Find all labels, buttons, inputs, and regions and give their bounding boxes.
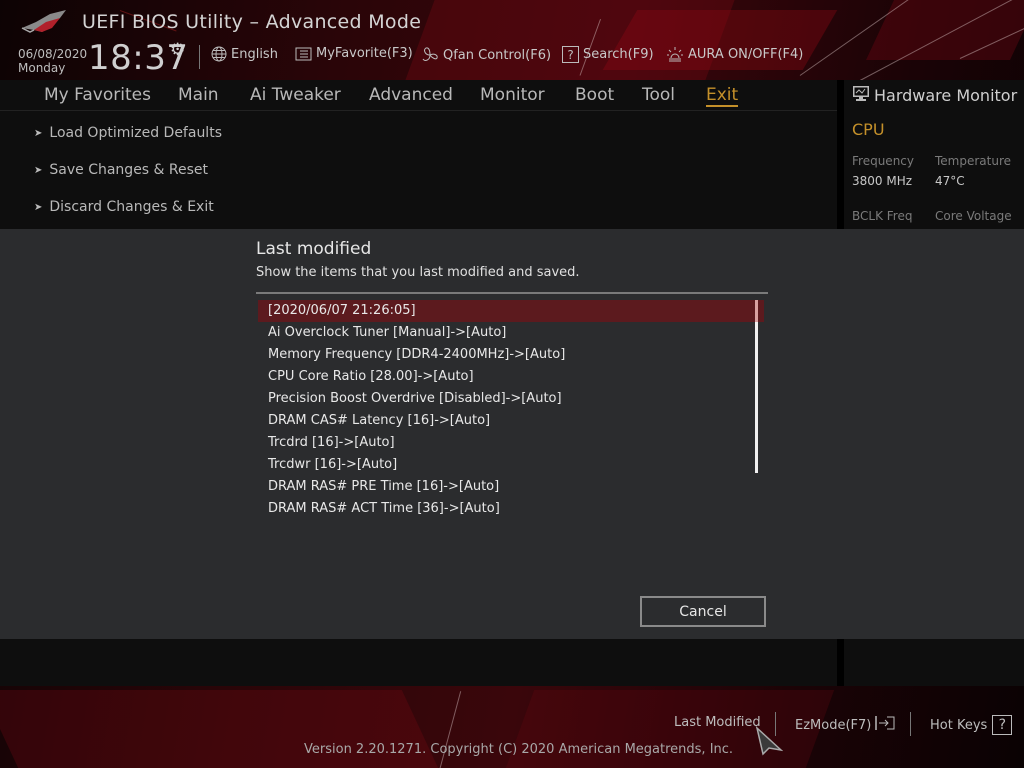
temperature-label: Temperature [935, 154, 1012, 168]
hardware-monitor-label: Hardware Monitor [874, 86, 1018, 105]
menu-item-label: Discard Changes & Exit [49, 199, 214, 215]
monitor-screen-icon [852, 85, 870, 106]
menu-item-label: Load Optimized Defaults [49, 125, 222, 141]
last-modified-button[interactable]: Last Modified [674, 715, 761, 730]
hot-keys-label: Hot Keys [930, 717, 988, 733]
search-help-icon: ? [562, 46, 579, 63]
weekday-text: Monday [18, 61, 66, 75]
list-scrollbar[interactable] [755, 300, 758, 473]
modified-items-list[interactable]: [2020/06/07 21:26:05] Ai Overclock Tuner… [258, 300, 764, 520]
frequency-label: Frequency [852, 154, 914, 168]
search-label: Search(F9) [583, 47, 654, 62]
hardware-monitor-title: Hardware Monitor [852, 85, 1017, 106]
tab-tool[interactable]: Tool [642, 85, 675, 105]
list-item[interactable]: DRAM CAS# Latency [16]->[Auto] [258, 410, 764, 432]
frequency-value: 3800 MHz [852, 174, 913, 188]
ezmode-label: EzMode(F7) [795, 717, 872, 733]
chevron-right-icon: ➤ [34, 127, 43, 139]
temperature-value: 47°C [935, 174, 965, 188]
aura-label: AURA ON/OFF(F4) [688, 46, 804, 62]
main-tabs: My Favorites Main Ai Tweaker Advanced Mo… [0, 80, 837, 111]
chevron-right-icon: ➤ [34, 201, 43, 213]
last-modified-dialog: Last modified Show the items that you la… [0, 229, 1024, 639]
settings-gear-icon[interactable]: ⚙ [170, 40, 185, 60]
list-item[interactable]: DRAM RAS# PRE Time [16]->[Auto] [258, 476, 764, 498]
list-item[interactable]: [2020/06/07 21:26:05] [258, 300, 764, 322]
list-item[interactable]: Precision Boost Overdrive [Disabled]->[A… [258, 388, 764, 410]
dialog-title: Last modified [256, 239, 372, 259]
tab-exit[interactable]: Exit [706, 85, 739, 107]
aura-toggle-button[interactable]: AURA ON/OFF(F4) [666, 46, 803, 62]
cancel-button[interactable]: Cancel [640, 596, 766, 627]
qfan-label: Qfan Control(F6) [443, 47, 552, 63]
copyright-text: Version 2.20.1271. Copyright (C) 2020 Am… [304, 742, 734, 757]
help-question-icon: ? [992, 715, 1013, 735]
tab-main[interactable]: Main [178, 85, 219, 105]
favorite-list-icon [295, 47, 312, 61]
date-text: 06/08/2020 [18, 47, 88, 61]
tab-advanced[interactable]: Advanced [369, 85, 453, 105]
exit-arrow-icon [874, 715, 896, 735]
fan-icon [421, 46, 439, 64]
qfan-control-button[interactable]: Qfan Control(F6) [421, 46, 551, 64]
menu-save-changes-reset[interactable]: ➤ Save Changes & Reset [34, 162, 208, 178]
cpu-section-title: CPU [852, 120, 885, 139]
last-modified-label: Last Modified [674, 715, 761, 730]
tab-monitor[interactable]: Monitor [480, 85, 545, 105]
search-button[interactable]: ? Search(F9) [562, 46, 654, 63]
dialog-description: Show the items that you last modified an… [256, 265, 580, 280]
footer-divider [910, 712, 911, 736]
header-divider [199, 45, 200, 69]
list-item[interactable]: Trcdwr [16]->[Auto] [258, 454, 764, 476]
tab-boot[interactable]: Boot [575, 85, 614, 105]
menu-load-optimized-defaults[interactable]: ➤ Load Optimized Defaults [34, 125, 222, 141]
myfavorite-label: MyFavorite(F3) [316, 46, 413, 61]
tab-my-favorites[interactable]: My Favorites [44, 85, 151, 105]
language-button[interactable]: English [211, 46, 278, 62]
menu-item-label: Save Changes & Reset [49, 162, 209, 178]
dialog-divider [256, 292, 768, 294]
list-item[interactable]: CPU Core Ratio [28.00]->[Auto] [258, 366, 764, 388]
myfavorite-button[interactable]: MyFavorite(F3) [295, 46, 413, 61]
language-label: English [231, 46, 278, 62]
list-item[interactable]: Ai Overclock Tuner [Manual]->[Auto] [258, 322, 764, 344]
list-item[interactable]: Trcdrd [16]->[Auto] [258, 432, 764, 454]
list-item[interactable]: Memory Frequency [DDR4-2400MHz]->[Auto] [258, 344, 764, 366]
menu-discard-changes-exit[interactable]: ➤ Discard Changes & Exit [34, 199, 214, 215]
globe-icon [211, 46, 227, 62]
chevron-right-icon: ➤ [34, 164, 43, 176]
date-display: 06/08/2020 Monday [18, 47, 87, 75]
app-title: UEFI BIOS Utility – Advanced Mode [82, 11, 422, 33]
hot-keys-button[interactable]: Hot Keys ? [930, 715, 1013, 735]
tab-ai-tweaker[interactable]: Ai Tweaker [250, 85, 341, 105]
ezmode-button[interactable]: EzMode(F7) [795, 715, 896, 735]
core-voltage-label: Core Voltage [935, 209, 1012, 223]
mouse-cursor-icon [755, 726, 783, 756]
bclk-freq-label: BCLK Freq [852, 209, 913, 223]
rog-logo-icon [21, 10, 66, 33]
list-item[interactable]: DRAM RAS# ACT Time [36]->[Auto] [258, 498, 764, 520]
scrollbar-thumb[interactable] [755, 300, 758, 322]
aura-light-icon [666, 46, 684, 62]
